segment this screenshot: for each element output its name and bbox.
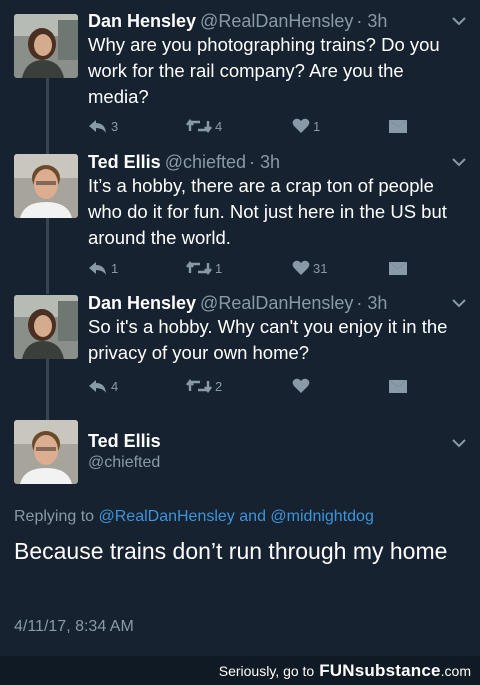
- main-tweet-text: Because trains don’t run through my home: [14, 538, 448, 564]
- retweet-button[interactable]: 4: [186, 116, 222, 136]
- author-name[interactable]: Dan Hensley: [88, 293, 196, 313]
- heart-icon: [292, 118, 310, 133]
- tweet-text: Why are you photographing trains? Do you…: [88, 34, 440, 107]
- like-button[interactable]: 1: [292, 116, 320, 136]
- avatar[interactable]: [14, 14, 78, 78]
- tweet-time: · 3h: [249, 152, 281, 172]
- tweet[interactable]: Dan Hensley @RealDanHensley · 3h So it's a…: [0, 292, 480, 402]
- heart-icon: [292, 378, 310, 393]
- watermark-prefix: Seriously, go to: [218, 662, 315, 679]
- reply-icon: [89, 380, 106, 393]
- tweet-text: So it's a hobby. Why can't you enjoy it …: [88, 316, 448, 363]
- author-line: Ted Ellis @chiefted · 3h: [88, 151, 280, 173]
- tweet[interactable]: Dan Hensley @RealDanHensley · 3h Why are y…: [0, 10, 480, 146]
- watermark-bar: Seriously, go to FUNsubstance .com: [0, 656, 480, 685]
- tweet[interactable]: Ted Ellis @chiefted · 3h It’s a hobby, the…: [0, 151, 480, 287]
- author-name[interactable]: Ted Ellis: [88, 430, 161, 452]
- retweet-count: 4: [215, 118, 223, 134]
- reply-count: 3: [111, 118, 119, 134]
- author-handle[interactable]: @RealDanHensley: [200, 293, 353, 313]
- heart-icon: [292, 260, 310, 275]
- reply-button[interactable]: 3: [88, 116, 118, 136]
- author-line: Dan Hensley @RealDanHensley · 3h: [88, 10, 387, 32]
- tweet-actions: 3 4 1: [88, 116, 418, 136]
- mention-link[interactable]: @RealDanHensley: [99, 508, 235, 525]
- like-count: 31: [313, 260, 328, 276]
- dm-button[interactable]: [388, 258, 411, 278]
- like-button[interactable]: 31: [292, 258, 327, 278]
- chevron-down-icon[interactable]: [452, 438, 466, 448]
- dm-button[interactable]: [388, 376, 411, 396]
- tweet-time: · 3h: [356, 11, 388, 31]
- retweet-button[interactable]: 1: [186, 258, 222, 278]
- avatar[interactable]: [14, 154, 78, 218]
- replying-to-line: Replying to @RealDanHensley and @midnigh…: [14, 508, 374, 526]
- author-name[interactable]: Ted Ellis: [88, 152, 161, 172]
- replying-to-label: Replying to: [14, 508, 95, 525]
- watermark-brand: FUNsubstance: [319, 660, 441, 680]
- tweet-text: It’s a hobby, there are a crap ton of pe…: [88, 175, 447, 248]
- author-handle[interactable]: @chiefted: [165, 152, 246, 172]
- author-handle[interactable]: @chiefted: [88, 452, 160, 474]
- avatar[interactable]: [14, 420, 78, 484]
- chevron-down-icon[interactable]: [452, 298, 466, 308]
- envelope-icon: [389, 379, 407, 393]
- envelope-icon: [389, 119, 407, 133]
- main-tweet: Ted Ellis @chiefted: [0, 420, 480, 490]
- tweet-actions: 4 2: [88, 376, 418, 396]
- reply-icon: [89, 120, 106, 133]
- tweet-time: · 3h: [356, 293, 388, 313]
- author-name[interactable]: Dan Hensley: [88, 11, 196, 31]
- avatar[interactable]: [14, 295, 78, 359]
- retweet-count: 2: [215, 378, 223, 394]
- and-word: and: [239, 508, 266, 525]
- reply-button[interactable]: 4: [88, 376, 118, 396]
- watermark-domain: .com: [440, 662, 471, 679]
- mention-link[interactable]: @midnightdog: [270, 508, 373, 525]
- chevron-down-icon[interactable]: [452, 16, 466, 26]
- envelope-icon: [389, 261, 407, 275]
- reply-button[interactable]: 1: [88, 258, 118, 278]
- retweet-icon: [186, 379, 212, 393]
- dm-button[interactable]: [388, 116, 411, 136]
- author-line: Dan Hensley @RealDanHensley · 3h: [88, 292, 387, 314]
- like-count: 1: [313, 118, 321, 134]
- retweet-button[interactable]: 2: [186, 376, 222, 396]
- retweet-icon: [186, 261, 212, 275]
- tweet-timestamp[interactable]: 4/11/17, 8:34 AM: [14, 618, 134, 636]
- retweet-count: 1: [215, 260, 223, 276]
- reply-count: 1: [111, 260, 119, 276]
- like-button[interactable]: [292, 376, 313, 396]
- retweet-icon: [186, 119, 212, 133]
- chevron-down-icon[interactable]: [452, 157, 466, 167]
- author-handle[interactable]: @RealDanHensley: [200, 11, 353, 31]
- reply-icon: [89, 262, 106, 275]
- reply-count: 4: [111, 378, 119, 394]
- tweet-actions: 1 1 31: [88, 258, 418, 278]
